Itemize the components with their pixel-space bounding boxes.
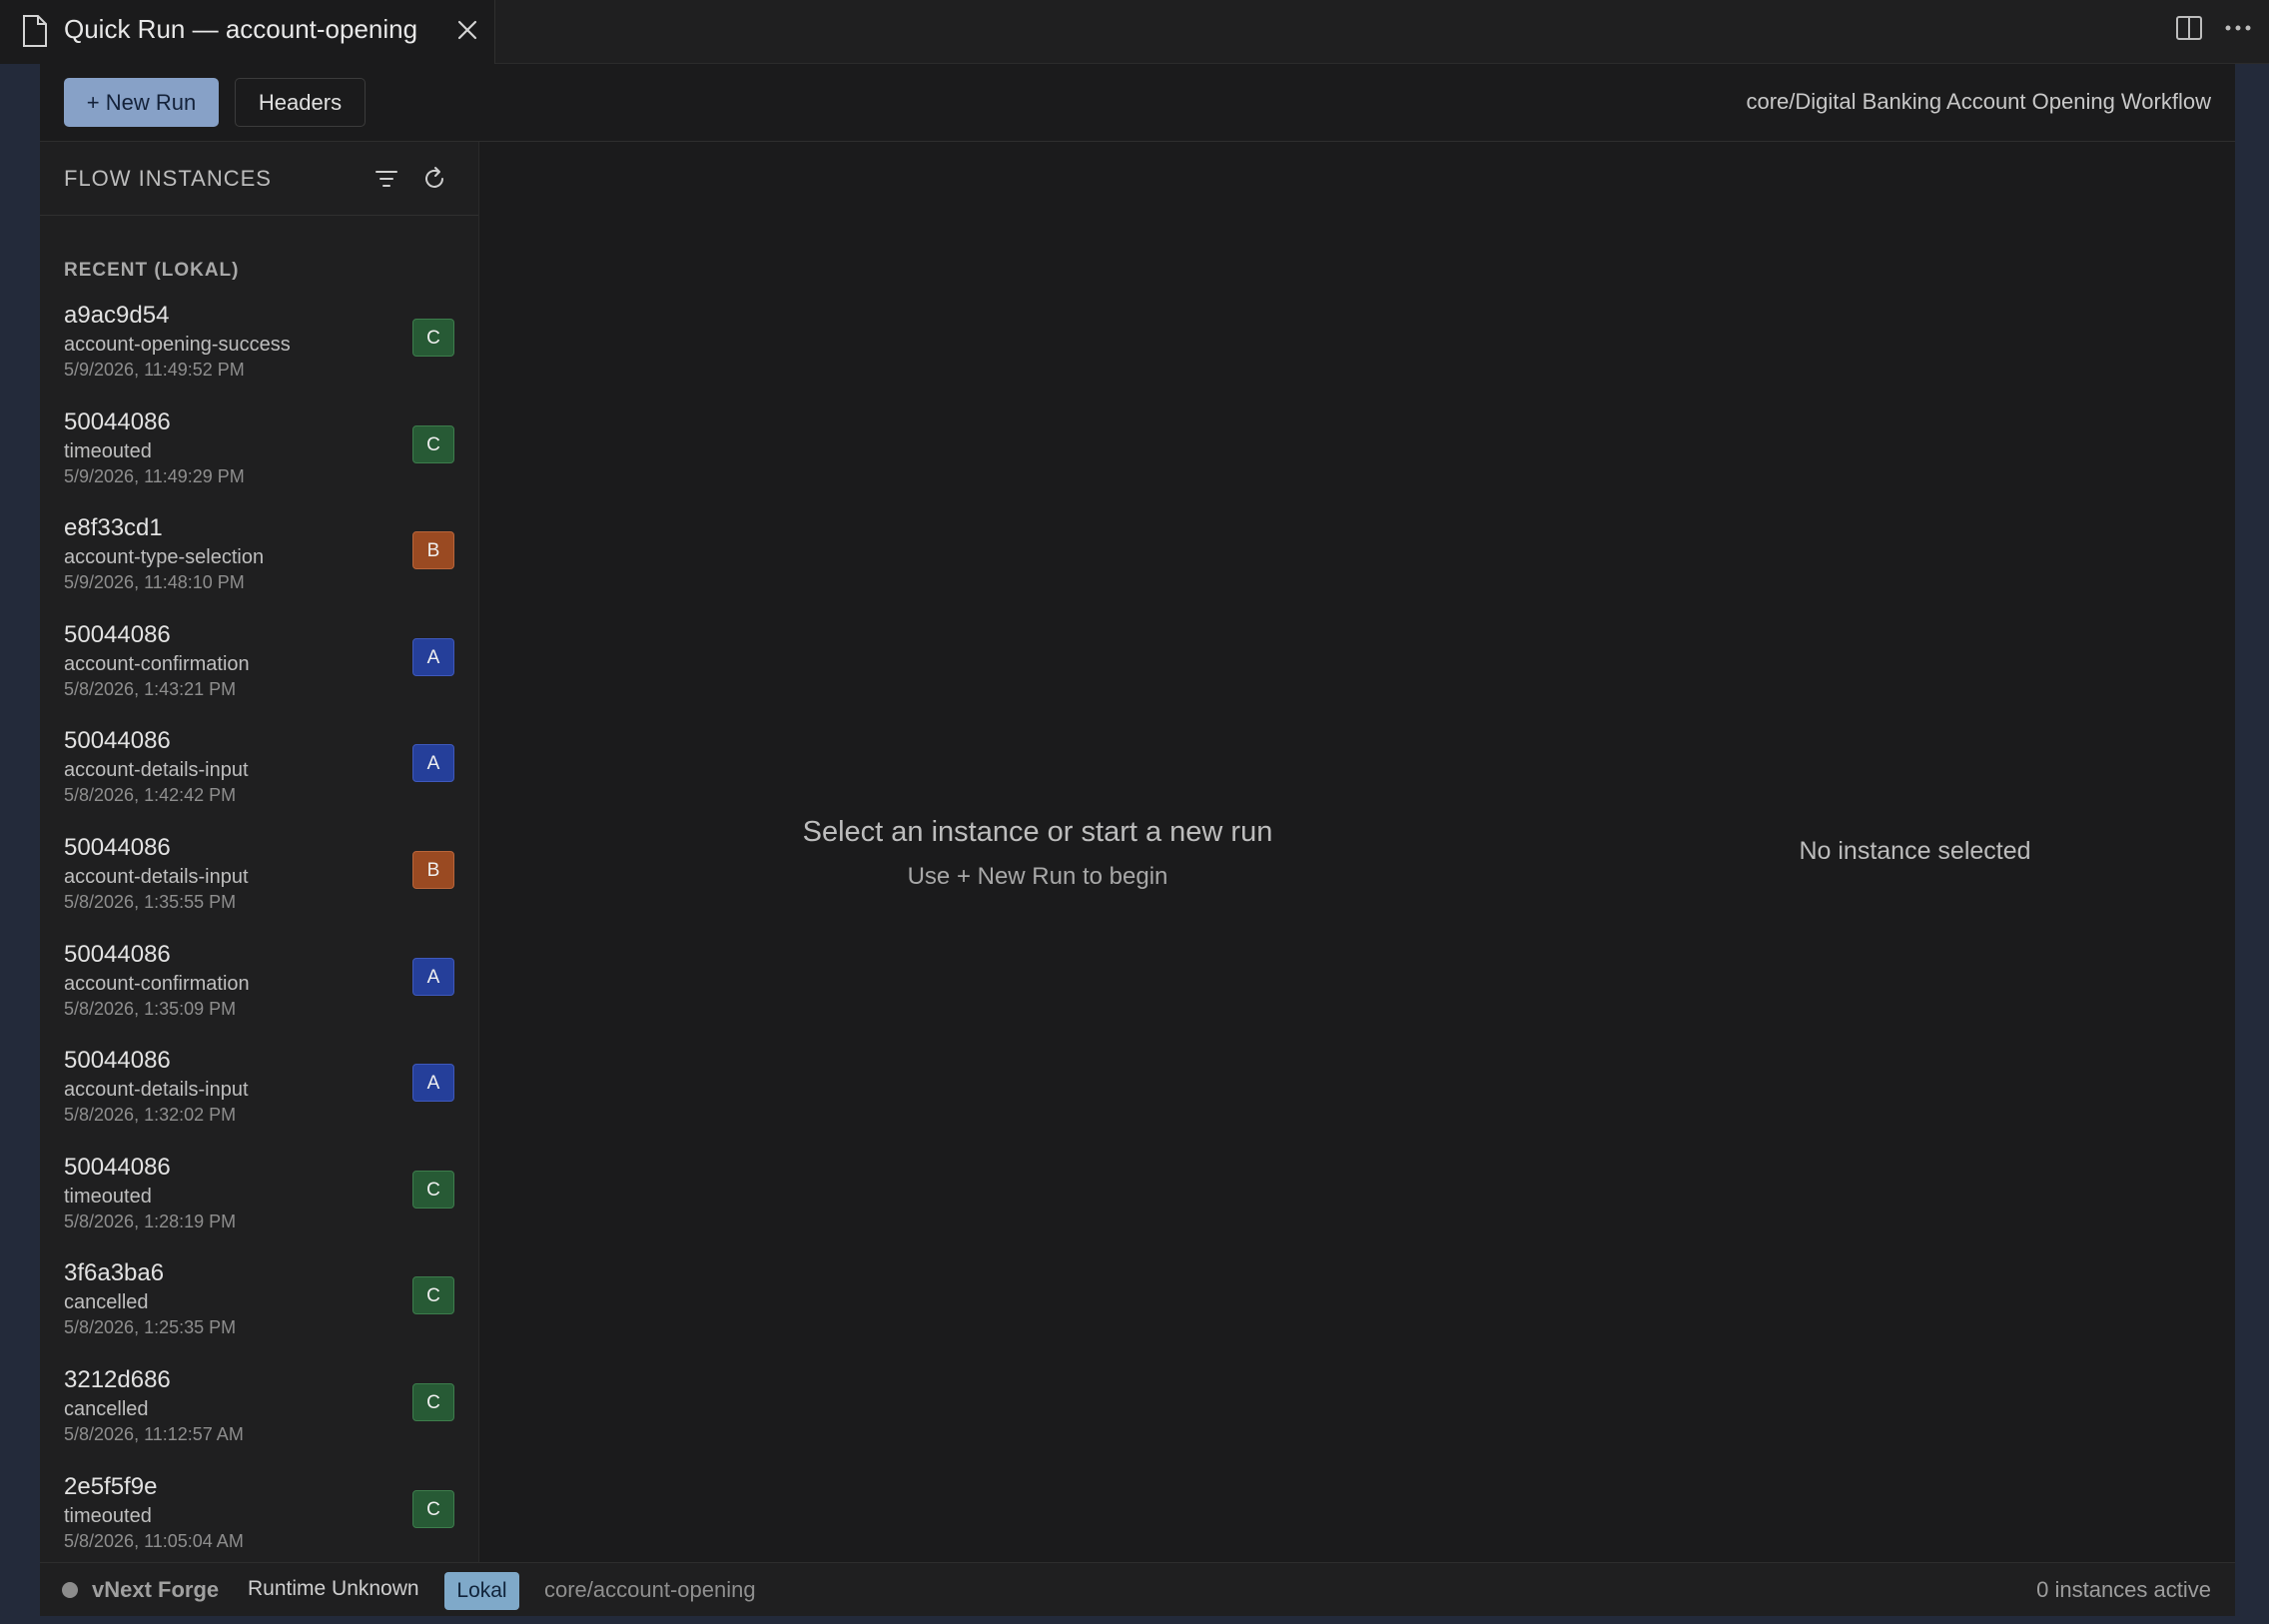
instance-item[interactable]: 2e5f5f9e timeouted 5/8/2026, 11:05:04 AM…	[40, 1472, 478, 1562]
runtime-status[interactable]: Runtime Unknown	[248, 1577, 419, 1601]
instance-id: 50044086	[64, 833, 171, 861]
instance-item[interactable]: 50044086 timeouted 5/8/2026, 1:28:19 PM …	[40, 1153, 478, 1260]
instance-item[interactable]: 50044086 account-details-input 5/8/2026,…	[40, 833, 478, 941]
instance-id: 50044086	[64, 1153, 171, 1181]
instance-time: 5/8/2026, 1:35:09 PM	[64, 998, 237, 1019]
tab-bar: Quick Run — account-opening	[0, 0, 2269, 64]
instance-state: account-confirmation	[64, 652, 250, 675]
file-icon	[23, 15, 47, 47]
instance-state: cancelled	[64, 1291, 149, 1314]
editor-tab[interactable]: Quick Run — account-opening	[0, 0, 495, 64]
flow-path: core/Digital Banking Account Opening Wor…	[1746, 89, 2211, 114]
instance-item[interactable]: 50044086 account-confirmation 5/8/2026, …	[40, 940, 478, 1048]
status-badge: C	[412, 1276, 454, 1315]
left-frame	[0, 64, 40, 1624]
instance-time: 5/8/2026, 1:32:02 PM	[64, 1105, 237, 1126]
instance-id: 50044086	[64, 1047, 171, 1075]
instance-id: 2e5f5f9e	[64, 1472, 158, 1500]
instance-time: 5/8/2026, 1:25:35 PM	[64, 1317, 237, 1338]
instance-item[interactable]: 50044086 timeouted 5/9/2026, 11:49:29 PM…	[40, 407, 478, 515]
status-badge: C	[412, 1170, 454, 1209]
filter-icon[interactable]	[374, 166, 399, 192]
instance-item[interactable]: 3212d686 cancelled 5/8/2026, 11:12:57 AM…	[40, 1365, 478, 1473]
status-badge: C	[412, 319, 454, 357]
instance-item[interactable]: 50044086 account-confirmation 5/8/2026, …	[40, 620, 478, 728]
main-panel: Select an instance or start a new run Us…	[480, 142, 2235, 1562]
sidebar-title: FLOW INSTANCES	[64, 166, 272, 191]
tab-title: Quick Run — account-opening	[64, 14, 418, 44]
toolbar: + New Run Headers core/Digital Banking A…	[40, 64, 2235, 142]
instance-id: 3f6a3ba6	[64, 1259, 165, 1287]
instance-time: 5/8/2026, 1:42:42 PM	[64, 785, 237, 806]
section-label: RECENT (LOKAL)	[64, 260, 240, 281]
instance-id: 3212d686	[64, 1365, 171, 1393]
bottom-frame	[0, 1616, 2269, 1624]
status-badge: C	[412, 424, 454, 463]
no-instance-message: No instance selected	[1799, 837, 2031, 865]
refresh-icon[interactable]	[421, 166, 447, 192]
right-frame	[2235, 64, 2269, 1624]
instance-time: 5/8/2026, 11:12:57 AM	[64, 1423, 244, 1444]
instance-id: e8f33cd1	[64, 514, 163, 542]
empty-state-subtitle: Use + New Run to begin	[907, 863, 1168, 890]
status-badge: A	[412, 1064, 454, 1103]
status-brand: vNext Forge	[92, 1577, 220, 1602]
sidebar-header: FLOW INSTANCES	[40, 142, 478, 216]
instance-state: timeouted	[64, 1504, 152, 1527]
status-badge: A	[412, 744, 454, 783]
instance-time: 5/9/2026, 11:49:52 PM	[64, 360, 245, 380]
environment-chip[interactable]: Lokal	[444, 1572, 519, 1610]
instance-item[interactable]: a9ac9d54 account-opening-success 5/9/202…	[40, 302, 478, 408]
instance-list: a9ac9d54 account-opening-success 5/9/202…	[40, 302, 478, 1562]
instance-time: 5/8/2026, 11:05:04 AM	[64, 1530, 244, 1551]
headers-button[interactable]: Headers	[235, 78, 366, 127]
split-editor-icon[interactable]	[2175, 14, 2203, 42]
status-badge: A	[412, 637, 454, 676]
instance-item[interactable]: e8f33cd1 account-type-selection 5/9/2026…	[40, 514, 478, 621]
instance-id: 50044086	[64, 620, 171, 648]
instance-id: a9ac9d54	[64, 302, 170, 329]
status-bar: vNext Forge Runtime Unknown Lokal core/a…	[40, 1562, 2235, 1616]
instance-id: 50044086	[64, 727, 171, 755]
instance-time: 5/8/2026, 1:28:19 PM	[64, 1211, 237, 1231]
instance-id: 50044086	[64, 407, 171, 435]
connection-status-dot	[62, 1582, 78, 1598]
more-actions-icon[interactable]	[2223, 14, 2253, 42]
instance-state: account-confirmation	[64, 972, 250, 995]
status-path: core/account-opening	[544, 1577, 756, 1602]
instance-item[interactable]: 3f6a3ba6 cancelled 5/8/2026, 1:25:35 PM …	[40, 1259, 478, 1366]
instance-id: 50044086	[64, 940, 171, 968]
instance-item[interactable]: 50044086 account-details-input 5/8/2026,…	[40, 727, 478, 834]
close-icon[interactable]	[455, 18, 479, 42]
instance-state: account-details-input	[64, 865, 249, 888]
instance-state: account-details-input	[64, 1079, 249, 1102]
instance-time: 5/9/2026, 11:48:10 PM	[64, 572, 245, 593]
status-badge: B	[412, 531, 454, 570]
instance-time: 5/8/2026, 1:43:21 PM	[64, 678, 237, 699]
status-badge: C	[412, 1382, 454, 1421]
instance-state: account-details-input	[64, 759, 249, 782]
instance-time: 5/9/2026, 11:49:29 PM	[64, 465, 245, 486]
instance-state: cancelled	[64, 1397, 149, 1420]
instances-sidebar: FLOW INSTANCES RECENT (LOKAL) a9ac9d54 a…	[40, 142, 479, 1562]
empty-state-title: Select an instance or start a new run	[802, 816, 1273, 848]
instance-state: timeouted	[64, 439, 152, 462]
instance-state: account-opening-success	[64, 334, 291, 356]
instance-state: timeouted	[64, 1185, 152, 1208]
instance-item[interactable]: 50044086 account-details-input 5/8/2026,…	[40, 1047, 478, 1154]
instance-state: account-type-selection	[64, 546, 265, 569]
new-run-button[interactable]: + New Run	[64, 78, 219, 127]
status-badge: A	[412, 957, 454, 996]
status-badge: C	[412, 1489, 454, 1528]
status-badge: B	[412, 850, 454, 889]
instance-time: 5/8/2026, 1:35:55 PM	[64, 891, 237, 912]
active-instances-count: 0 instances active	[2036, 1577, 2211, 1602]
